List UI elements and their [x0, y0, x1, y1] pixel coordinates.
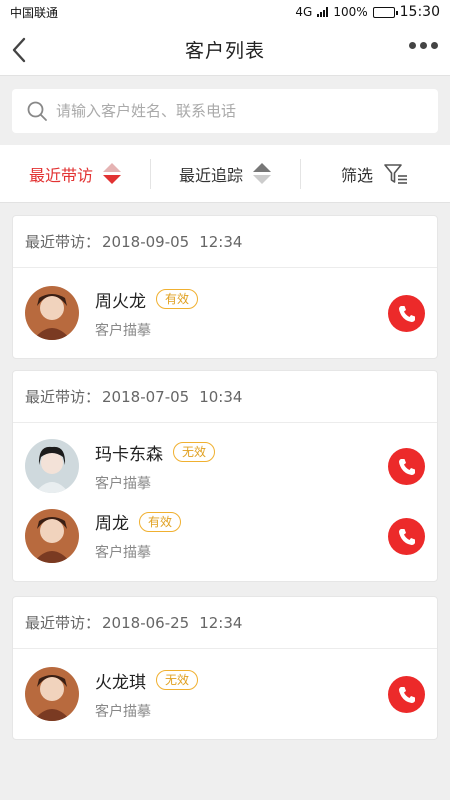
phone-icon [398, 528, 415, 545]
group-time: 10:34 [199, 387, 243, 406]
group-time: 12:34 [199, 232, 243, 251]
avatar [25, 439, 79, 493]
avatar [25, 667, 79, 721]
back-button[interactable] [8, 36, 32, 64]
customer-name: 周火龙 [95, 291, 146, 312]
status-badge: 无效 [156, 670, 199, 690]
sort-desc-icon [103, 163, 121, 184]
customer-desc: 客户描摹 [95, 703, 151, 720]
filter-funnel-icon [384, 163, 407, 184]
group-date: 2018-07-05 [102, 387, 190, 406]
battery-percent: 100% [333, 5, 368, 19]
group-label: 最近带访： [25, 233, 101, 251]
phone-icon [398, 458, 415, 475]
customer-desc: 客户描摹 [95, 545, 151, 561]
phone-icon [398, 305, 415, 322]
status-badge: 有效 [156, 289, 199, 309]
group-header: 最近带访： 2018-06-25 12:34 [13, 597, 437, 649]
group-date: 2018-09-05 [102, 232, 190, 251]
avatar [25, 509, 79, 563]
chevron-left-icon [12, 37, 26, 63]
customer-info: 周龙 有效 客户描摹 [95, 509, 182, 562]
phone-icon [398, 686, 415, 703]
search-box[interactable] [12, 89, 438, 133]
search-input[interactable] [56, 102, 438, 120]
status-badge: 无效 [173, 442, 216, 462]
visit-group-card: 最近带访： 2018-07-05 10:34 玛卡东森 无效 客户描摹 周龙 有… [12, 370, 438, 582]
status-badge: 有效 [139, 511, 182, 532]
customer-row[interactable]: 周火龙 有效 客户描摹 [13, 268, 437, 358]
call-button[interactable] [388, 448, 425, 485]
group-label: 最近带访： [25, 388, 101, 406]
filter-bar: 最近带访 最近追踪 筛选 [0, 145, 450, 203]
customer-info: 玛卡东森 无效 客户描摹 [95, 440, 216, 493]
filter-recent-track-label: 最近追踪 [178, 165, 243, 185]
filter-recent-track[interactable]: 最近追踪 [150, 145, 300, 202]
status-right: 4G 100% 15:30 [295, 4, 440, 20]
search-section [0, 77, 450, 145]
avatar [25, 286, 79, 340]
page-title: 客户列表 [184, 40, 265, 62]
filter-label: 筛选 [340, 165, 373, 185]
carrier-label: 中国联通 [10, 5, 59, 20]
customer-info: 火龙琪 无效 客户描摹 [95, 668, 199, 721]
signal-icon [317, 7, 329, 17]
filter-button[interactable]: 筛选 [300, 145, 450, 202]
customer-name: 周龙 [95, 514, 129, 534]
sort-icon [253, 163, 271, 184]
customer-name: 玛卡东森 [95, 444, 163, 465]
call-button[interactable] [388, 295, 425, 332]
search-icon [27, 101, 47, 121]
filter-recent-visit-label: 最近带访 [28, 165, 93, 185]
customer-row[interactable]: 火龙琪 无效 客户描摹 [13, 649, 437, 739]
group-header: 最近带访： 2018-09-05 12:34 [13, 216, 437, 268]
customer-row[interactable]: 玛卡东森 无效 客户描摹 [13, 423, 437, 509]
more-dots-icon [409, 42, 416, 49]
filter-recent-visit[interactable]: 最近带访 [0, 145, 150, 202]
status-bar: 中国联通 4G 100% 15:30 [0, 0, 450, 24]
nav-header: 客户列表 [0, 24, 450, 76]
customer-desc: 客户描摹 [95, 475, 151, 492]
visit-group-card: 最近带访： 2018-06-25 12:34 火龙琪 无效 客户描摹 [12, 596, 438, 740]
visit-group-card: 最近带访： 2018-09-05 12:34 周火龙 有效 客户描摹 [12, 215, 438, 359]
group-date: 2018-06-25 [102, 613, 190, 632]
more-button[interactable] [409, 42, 438, 49]
network-label: 4G [295, 5, 313, 19]
call-button[interactable] [388, 518, 425, 555]
call-button[interactable] [388, 676, 425, 713]
customer-info: 周火龙 有效 客户描摹 [95, 287, 199, 340]
battery-icon [372, 6, 398, 18]
customer-row[interactable]: 周龙 有效 客户描摹 [13, 509, 437, 581]
group-label: 最近带访： [25, 614, 101, 632]
group-time: 12:34 [199, 613, 243, 632]
clock: 15:30 [399, 4, 440, 20]
customer-desc: 客户描摹 [95, 322, 151, 339]
customer-name: 火龙琪 [95, 672, 146, 693]
group-header: 最近带访： 2018-07-05 10:34 [13, 371, 437, 423]
